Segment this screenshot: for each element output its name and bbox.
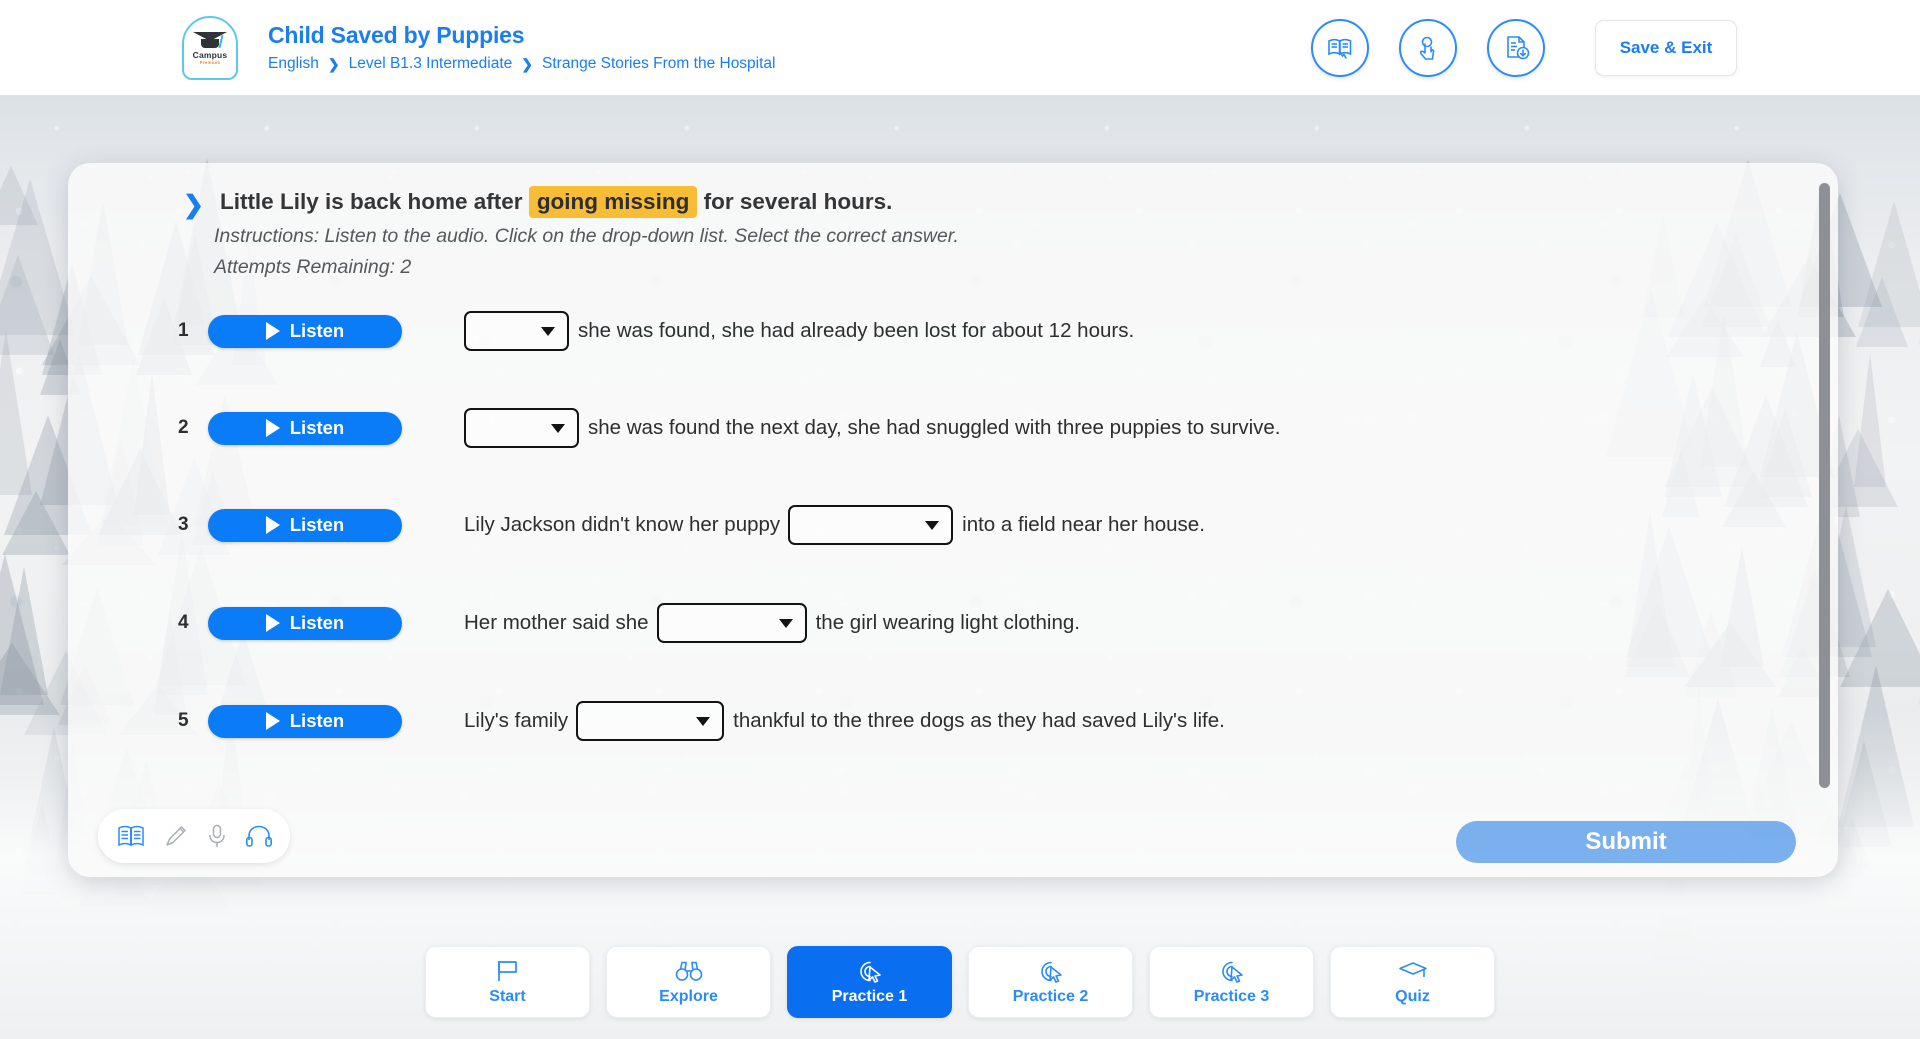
answer-dropdown[interactable] (464, 311, 569, 351)
question-number: 2 (178, 417, 189, 438)
prompt-sentence: Little Lily is back home after going mis… (219, 186, 893, 218)
answer-dropdown[interactable] (576, 701, 725, 741)
bottom-navigation: Start Explore Practice 1 Practice 2 Prac… (0, 924, 1920, 1039)
question-number: 3 (178, 514, 189, 535)
scrollbar-thumb[interactable] (1819, 183, 1830, 788)
prompt-row: ❯ Little Lily is back home after going m… (183, 186, 893, 219)
chevron-down-icon (541, 326, 555, 336)
question-text-after: the girl wearing light clothing. (815, 611, 1080, 634)
question-text-after: she was found the next day, she had snug… (588, 416, 1281, 439)
exercise-card: ❯ Little Lily is back home after going m… (68, 163, 1838, 877)
listen-label: Listen (289, 320, 345, 341)
listen-label: Listen (289, 612, 345, 633)
media-tools-bar (98, 809, 290, 863)
chevron-down-icon (696, 716, 711, 726)
question-text-after: she was found, she had already been lost… (578, 319, 1135, 342)
chevron-right-icon: ❯ (183, 191, 204, 219)
headphones-icon[interactable] (245, 823, 273, 849)
instructions-text: Instructions: Listen to the audio. Click… (214, 225, 959, 247)
listen-button[interactable]: Listen (208, 508, 402, 542)
breadcrumb-item-level[interactable]: Level B1.3 Intermediate (349, 55, 513, 73)
cursor-target-icon (859, 961, 881, 983)
graduation-cap-icon (193, 30, 227, 49)
title-block: Child Saved by Puppies English ❯ Level B… (268, 22, 776, 73)
question-text-before: Her mother said she (464, 611, 649, 634)
prompt-text-after: for several hours. (703, 189, 893, 214)
pencil-icon[interactable] (163, 823, 189, 849)
listen-label: Listen (289, 710, 345, 731)
nav-tab-explore[interactable]: Explore (606, 945, 771, 1018)
nav-tab-practice-1[interactable]: Practice 1 (787, 945, 952, 1018)
question-text-after: thankful to the three dogs as they had s… (733, 709, 1225, 732)
play-icon (265, 712, 280, 730)
cursor-target-icon (1221, 961, 1243, 983)
play-icon (265, 322, 280, 340)
nav-tab-practice-3[interactable]: Practice 3 (1149, 945, 1314, 1018)
nav-tab-start[interactable]: Start (425, 945, 590, 1018)
answer-dropdown[interactable] (656, 603, 807, 643)
listen-button[interactable]: Listen (208, 411, 402, 445)
graduation-cap-icon (1398, 961, 1427, 977)
question-row: 5 Listen Lily's family thankful to the t… (178, 700, 1225, 742)
nav-tab-label: Start (489, 987, 526, 1005)
nav-tab-label: Practice 2 (1012, 987, 1089, 1005)
answer-dropdown[interactable] (788, 505, 954, 545)
breadcrumb-separator-icon: ❯ (521, 55, 534, 72)
tap-gesture-icon (1419, 36, 1435, 60)
breadcrumb: English ❯ Level B1.3 Intermediate ❯ Stra… (268, 55, 776, 73)
top-bar-actions: Save & Exit (1311, 18, 1737, 77)
listen-button[interactable]: Listen (208, 314, 402, 348)
save-and-exit-button[interactable]: Save & Exit (1595, 19, 1737, 76)
prompt-highlight: going missing (528, 186, 698, 218)
binoculars-icon (675, 961, 702, 981)
breadcrumb-item-english[interactable]: English (268, 55, 319, 73)
listen-button[interactable]: Listen (208, 704, 402, 738)
chevron-down-icon (778, 618, 793, 628)
question-text-before: Lily's family (464, 709, 569, 732)
breadcrumb-item-unit[interactable]: Strange Stories From the Hospital (542, 55, 775, 73)
play-icon (265, 614, 280, 632)
listen-button[interactable]: Listen (208, 606, 402, 640)
cursor-target-icon (1040, 961, 1062, 983)
nav-tab-label: Practice 3 (1193, 987, 1270, 1005)
nav-tab-label: Explore (659, 987, 718, 1005)
listen-label: Listen (289, 417, 345, 438)
question-row: 1 Listen she was found, she had already … (178, 310, 1134, 352)
prompt-text-before: Little Lily is back home after (219, 189, 523, 214)
logo-subtext: Premium (199, 60, 221, 65)
document-download-icon (1506, 36, 1529, 60)
flag-icon (497, 960, 517, 981)
nav-tab-quiz[interactable]: Quiz (1330, 945, 1495, 1018)
top-bar: Campus Premium Child Saved by Puppies En… (0, 0, 1920, 95)
breadcrumb-separator-icon: ❯ (327, 55, 340, 72)
question-number: 5 (178, 710, 189, 731)
chevron-down-icon (551, 423, 565, 433)
book-icon[interactable] (116, 823, 146, 849)
play-icon (265, 419, 280, 437)
question-text-before: Lily Jackson didn't know her puppy (464, 513, 781, 536)
chevron-down-icon (925, 520, 940, 530)
nav-tab-practice-2[interactable]: Practice 2 (968, 945, 1133, 1018)
tap-gesture-button[interactable] (1399, 18, 1457, 77)
campus-logo: Campus Premium (182, 15, 238, 80)
question-row: 3 Listen Lily Jackson didn't know her pu… (178, 504, 1205, 546)
read-along-button[interactable] (1311, 18, 1369, 77)
question-row: 4 Listen Her mother said she the girl we… (178, 602, 1080, 644)
read-along-icon (1328, 38, 1352, 59)
nav-tab-label: Quiz (1395, 987, 1430, 1005)
listen-label: Listen (289, 514, 345, 535)
page-title: Child Saved by Puppies (268, 22, 525, 48)
document-download-button[interactable] (1487, 18, 1545, 77)
attempts-remaining-text: Attempts Remaining: 2 (214, 256, 412, 278)
submit-button[interactable]: Submit (1456, 821, 1796, 863)
nav-tab-label: Practice 1 (831, 987, 908, 1005)
logo-wordmark: Campus (192, 50, 228, 60)
question-number: 1 (178, 320, 189, 341)
answer-dropdown[interactable] (464, 408, 579, 448)
play-icon (265, 516, 280, 534)
question-row: 2 Listen she was found the next day, she… (178, 407, 1281, 449)
microphone-icon[interactable] (206, 823, 228, 849)
question-text-after: into a field near her house. (962, 513, 1205, 536)
question-number: 4 (178, 612, 189, 633)
